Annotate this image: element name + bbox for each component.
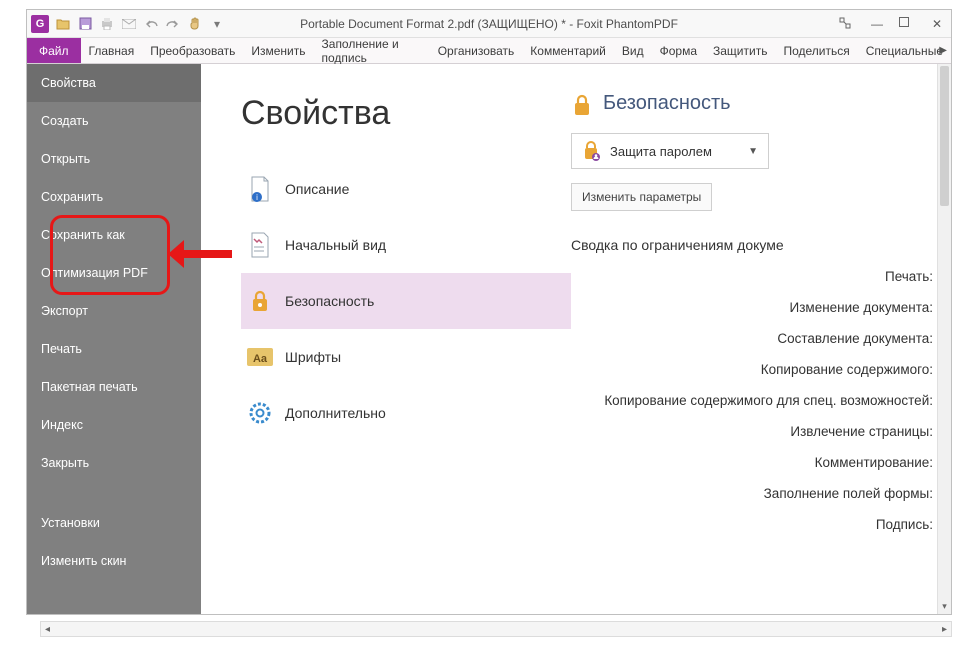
scrollbar-thumb[interactable] (940, 66, 949, 206)
sidebar-item-saveas[interactable]: Сохранить как (27, 216, 201, 254)
lock-icon (571, 93, 593, 115)
prop-description[interactable]: i Описание (241, 161, 571, 217)
page-title: Свойства (241, 94, 571, 133)
fonts-icon: Aa (247, 344, 273, 370)
sidebar-item-optimize[interactable]: Оптимизация PDF (27, 254, 201, 292)
restriction-row: Заполнение полей формы: (571, 478, 933, 509)
tab-special[interactable]: Специальные (858, 38, 951, 63)
save-icon[interactable] (77, 16, 93, 32)
svg-text:i: i (256, 193, 258, 202)
restriction-row: Печать: (571, 261, 933, 292)
sidebar-item-print[interactable]: Печать (27, 330, 201, 368)
tab-edit[interactable]: Изменить (243, 38, 313, 63)
chevron-down-icon: ▼ (748, 146, 758, 157)
document-info-icon: i (247, 176, 273, 202)
sidebar-item-open[interactable]: Открыть (27, 140, 201, 178)
restrictions-list: Печать: Изменение документа: Составление… (571, 261, 937, 540)
maximize-button[interactable] (899, 17, 915, 31)
restriction-row: Подпись: (571, 509, 933, 540)
ribbon-overflow-icon[interactable]: ▶ (939, 38, 947, 63)
tab-home[interactable]: Главная (81, 38, 143, 63)
restriction-row: Комментирование: (571, 447, 933, 478)
hand-tool-icon[interactable] (187, 16, 203, 32)
sidebar-item-export[interactable]: Экспорт (27, 292, 201, 330)
tab-share[interactable]: Поделиться (775, 38, 857, 63)
window-title: Portable Document Format 2.pdf (ЗАЩИЩЕНО… (300, 17, 678, 31)
security-title: Безопасность (603, 92, 731, 115)
restriction-row: Копирование содержимого: (571, 354, 933, 385)
restrictions-summary-label: Сводка по ограничениям докуме (571, 237, 937, 253)
lock-user-icon (582, 140, 602, 162)
quick-access-toolbar: ▾ (31, 15, 225, 33)
prop-fonts[interactable]: Aa Шрифты (241, 329, 571, 385)
prop-label: Безопасность (285, 293, 374, 309)
vertical-scrollbar[interactable]: ▴ ▾ (937, 64, 951, 614)
sidebar-item-save[interactable]: Сохранить (27, 178, 201, 216)
folder-open-icon[interactable] (55, 16, 71, 32)
app-window: ▾ Portable Document Format 2.pdf (ЗАЩИЩЕ… (26, 9, 952, 615)
email-icon[interactable] (121, 16, 137, 32)
properties-nav: Свойства i Описание Начальный вид (201, 64, 571, 614)
tab-file[interactable]: Файл (27, 38, 81, 63)
sidebar-item-index[interactable]: Индекс (27, 406, 201, 444)
horizontal-scrollbar[interactable]: ◂ ▸ (40, 621, 952, 637)
sidebar-item-preferences[interactable]: Установки (27, 504, 201, 542)
change-params-button[interactable]: Изменить параметры (571, 183, 712, 211)
titlebar: ▾ Portable Document Format 2.pdf (ЗАЩИЩЕ… (27, 10, 951, 38)
security-panel: Безопасность Защита паролем ▼ Изменить п… (571, 64, 951, 614)
prop-label: Дополнительно (285, 405, 386, 421)
close-button[interactable]: ✕ (929, 17, 945, 31)
sidebar-item-close[interactable]: Закрыть (27, 444, 201, 482)
prop-label: Шрифты (285, 349, 341, 365)
restriction-row: Извлечение страницы: (571, 416, 933, 447)
initial-view-icon (247, 232, 273, 258)
gear-icon (247, 400, 273, 426)
sidebar-item-batchprint[interactable]: Пакетная печать (27, 368, 201, 406)
tab-organize[interactable]: Организовать (430, 38, 523, 63)
tab-comment[interactable]: Комментарий (522, 38, 614, 63)
restriction-row: Составление документа: (571, 323, 933, 354)
backstage-body: Свойства Создать Открыть Сохранить Сохра… (27, 64, 951, 614)
restriction-row: Копирование содержимого для спец. возмож… (571, 385, 933, 416)
prop-label: Начальный вид (285, 237, 386, 253)
sidebar-item-create[interactable]: Создать (27, 102, 201, 140)
app-logo-icon (31, 15, 49, 33)
redo-icon[interactable] (165, 16, 181, 32)
tab-fillsign[interactable]: Заполнение и подпись (314, 38, 430, 63)
security-method-value: Защита паролем (610, 144, 712, 159)
tab-protect[interactable]: Защитить (705, 38, 775, 63)
window-controls: — ✕ (839, 17, 945, 31)
print-icon[interactable] (99, 16, 115, 32)
content-pane: Свойства i Описание Начальный вид (201, 64, 951, 614)
svg-text:Aa: Aa (253, 353, 268, 365)
scroll-right-icon[interactable]: ▸ (942, 624, 947, 635)
sidebar-item-skin[interactable]: Изменить скин (27, 542, 201, 580)
restriction-row: Изменение документа: (571, 292, 933, 323)
prop-security[interactable]: Безопасность (241, 273, 571, 329)
scroll-down-icon[interactable]: ▾ (938, 601, 951, 612)
prop-label: Описание (285, 181, 349, 197)
ribbon-toggle-icon[interactable] (839, 17, 855, 31)
ribbon-tabs: Файл Главная Преобразовать Изменить Запо… (27, 38, 951, 64)
tab-form[interactable]: Форма (652, 38, 705, 63)
minimize-button[interactable]: — (869, 17, 885, 31)
prop-advanced[interactable]: Дополнительно (241, 385, 571, 441)
qat-dropdown-icon[interactable]: ▾ (209, 16, 225, 32)
security-method-select[interactable]: Защита паролем ▼ (571, 133, 769, 169)
sidebar-item-properties[interactable]: Свойства (27, 64, 201, 102)
tab-view[interactable]: Вид (614, 38, 652, 63)
undo-icon[interactable] (143, 16, 159, 32)
scroll-left-icon[interactable]: ◂ (45, 624, 50, 635)
file-menu-sidebar: Свойства Создать Открыть Сохранить Сохра… (27, 64, 201, 614)
security-heading: Безопасность (571, 92, 937, 115)
prop-initialview[interactable]: Начальный вид (241, 217, 571, 273)
tab-convert[interactable]: Преобразовать (142, 38, 243, 63)
lock-icon (247, 288, 273, 314)
